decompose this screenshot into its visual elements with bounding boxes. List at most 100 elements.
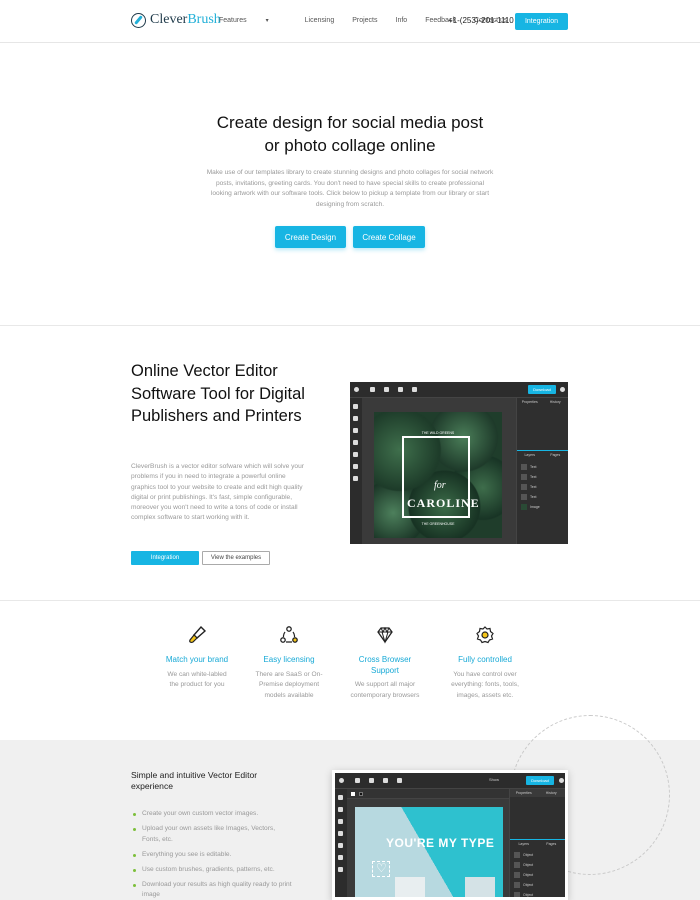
layer-label: Object (523, 863, 534, 867)
canvas-sub-text: THE GREENHOUSE (421, 522, 455, 526)
brush-icon (189, 625, 207, 643)
shape-tool-icon (353, 464, 358, 469)
feature-match-brand: Match your brand We can white-labled the… (162, 625, 232, 691)
heart-icon: ♡ (376, 861, 387, 875)
layer-row: Object (514, 890, 534, 897)
select-tool-icon (353, 404, 358, 409)
editor-tool-rail (350, 398, 362, 544)
nav-licensing[interactable]: Licensing (305, 17, 335, 24)
tab-history: History (549, 400, 561, 404)
layer-thumb (521, 474, 527, 481)
feature-easy-licensing: Easy licensing There are SaaS or On-Prem… (254, 625, 324, 701)
file-icon (370, 387, 375, 392)
nav-info[interactable]: Info (396, 17, 408, 24)
view-examples-button[interactable]: View the examples (202, 551, 270, 565)
list-item: Everything you see is editable. (133, 850, 293, 861)
layer-row: Image (521, 502, 540, 512)
download-button: Download (526, 776, 554, 785)
layer-row: Text (521, 492, 540, 502)
layer-label: Text (530, 465, 537, 469)
nav-projects[interactable]: Projects (352, 17, 377, 24)
list-item: Download your results as high quality re… (133, 880, 293, 900)
show-toggle: Show (489, 777, 500, 782)
section-divider (0, 325, 700, 326)
help-icon (397, 778, 402, 783)
layer-label: Text (530, 485, 537, 489)
help-icon (412, 387, 417, 392)
logo-icon (339, 778, 344, 783)
layer-thumb (514, 892, 520, 897)
layer-row: Object (514, 880, 533, 890)
panel-tabs-bottom: Layers Pages (510, 839, 565, 847)
hero-description: Make use of our templates library to cre… (206, 169, 494, 208)
integration-button[interactable]: Integration (515, 13, 568, 30)
simple-section-title: Simple and intuitive Vector Editor exper… (131, 770, 258, 791)
layer-label: Text (530, 495, 537, 499)
tab-history: History (545, 791, 557, 795)
layers-list: Text Text Text Text Image (521, 462, 540, 512)
layers-list: Object Object Object Object Object (514, 850, 534, 897)
editor-side-panel: Properties History Layers Pages Text Tex… (516, 398, 568, 544)
undo-icon (369, 778, 374, 783)
editor-toolbar: Show Download (335, 773, 565, 789)
section-divider (0, 600, 700, 601)
create-collage-button[interactable]: Create Collage (353, 226, 425, 248)
file-icon (355, 778, 360, 783)
panel-tabs-bottom: Layers Pages (517, 450, 568, 458)
network-icon (280, 626, 298, 643)
integration-cta-button[interactable]: Integration (131, 551, 199, 565)
editor-options-bar (347, 789, 509, 799)
download-button: Download (528, 385, 556, 394)
phone-number[interactable]: +1-(253)-201-1110 (448, 16, 514, 25)
redo-icon (383, 778, 388, 783)
layer-thumb (521, 484, 527, 491)
logo-text-clever: Clever (150, 12, 188, 27)
layer-label: Object (523, 893, 534, 897)
editor-side-panel: Properties History Layers Pages Object O… (509, 789, 565, 897)
editor-toolbar: Download (350, 382, 568, 398)
undo-icon (384, 387, 389, 392)
layer-label: Object (523, 853, 534, 857)
tab-pages: Pages (550, 452, 561, 457)
feature-desc: We support all major contemporary browse… (350, 681, 420, 699)
canvas-headline: YOU'RE MY TYPE (386, 836, 495, 850)
brush-logo-icon (131, 12, 146, 28)
layer-row: Object (514, 850, 533, 860)
feature-title: Easy licensing (263, 655, 315, 664)
brush-tool-icon (353, 416, 358, 421)
layer-label: Text (530, 475, 537, 479)
feature-bullet-list: Create your own custom vector images. Up… (133, 809, 293, 900)
layer-label: Object (523, 883, 534, 887)
layer-thumb (521, 504, 527, 511)
image-tool-icon (353, 452, 358, 457)
layer-row: Object (514, 870, 533, 880)
layer-thumb (514, 862, 520, 869)
tab-pages: Pages (546, 841, 557, 846)
text-tool-icon (338, 831, 343, 836)
feature-fully-controlled: Fully controlled You have control over e… (450, 625, 520, 701)
color-tool-icon (338, 867, 343, 872)
site-header: CleverBrush Features ▾ Licensing Projects… (0, 0, 700, 43)
logo[interactable]: CleverBrush (131, 12, 221, 28)
nav-features[interactable]: Features ▾ (219, 17, 287, 24)
tab-layers: Layers (518, 841, 529, 846)
feature-title: Cross Browser Support (358, 655, 412, 675)
layer-thumb (514, 872, 520, 879)
color-swatch (359, 792, 363, 796)
layer-thumb (514, 882, 520, 889)
create-design-button[interactable]: Create Design (275, 226, 346, 248)
tab-properties: Properties (515, 791, 532, 795)
hero-title: Create design for social media post or p… (0, 111, 700, 157)
image-tool-icon (338, 843, 343, 848)
layer-label: Image (530, 505, 540, 509)
layer-row: Object (514, 860, 533, 870)
canvas-for-text: for (434, 480, 446, 491)
feature-title: Fully controlled (458, 655, 512, 664)
panel-tabs-top: Properties History (510, 789, 565, 797)
layer-thumb (521, 464, 527, 471)
logo-text: CleverBrush (150, 12, 221, 28)
list-item: Upload your own assets like Images, Vect… (133, 824, 293, 845)
layer-thumb (514, 852, 520, 859)
gear-icon (559, 778, 564, 783)
tab-properties: Properties (521, 400, 538, 404)
